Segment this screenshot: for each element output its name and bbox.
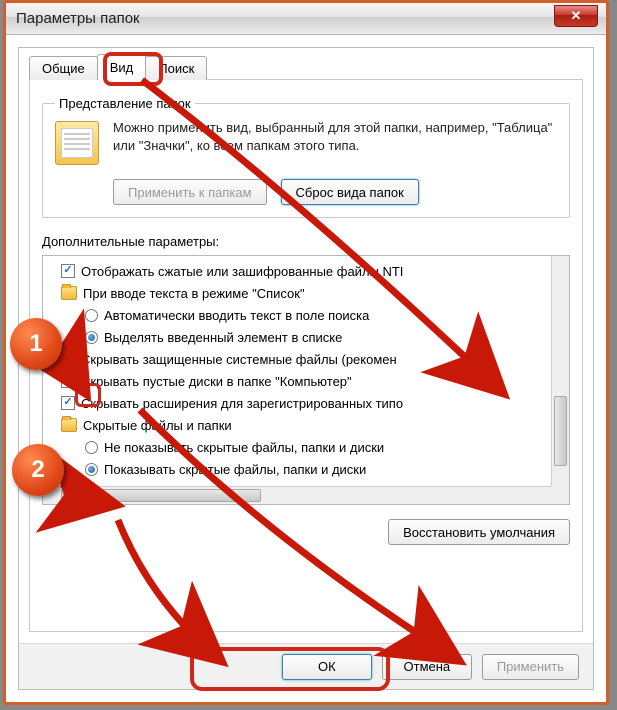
- option-label: Показывать скрытые файлы, папки и диски: [104, 462, 366, 477]
- folder-views-description: Можно применить вид, выбранный для этой …: [113, 119, 557, 155]
- close-button[interactable]: ✕: [554, 5, 598, 27]
- group-label: Скрытые файлы и папки: [83, 418, 232, 433]
- cancel-button[interactable]: Отмена: [382, 654, 472, 680]
- option-label: Отображать сжатые или зашифрованные файл…: [81, 264, 403, 279]
- tab-general[interactable]: Общие: [29, 56, 98, 80]
- checkbox-icon[interactable]: [61, 396, 75, 410]
- reset-folders-button[interactable]: Сброс вида папок: [281, 179, 419, 205]
- dialog-body: Общие Вид Поиск Представление папок Можн…: [18, 47, 594, 690]
- tab-strip: Общие Вид Поиск: [29, 56, 583, 80]
- option-show-hidden[interactable]: Показывать скрытые файлы, папки и диски: [49, 458, 545, 480]
- tab-view[interactable]: Вид: [97, 54, 147, 80]
- option-label: Скрывать защищенные системные файлы (рек…: [81, 352, 397, 367]
- folder-views-group: Представление папок Можно применить вид,…: [42, 96, 570, 218]
- apply-to-folders-button[interactable]: Применить к папкам: [113, 179, 267, 205]
- horizontal-scrollbar[interactable]: [43, 486, 551, 504]
- ok-button[interactable]: ОК: [282, 654, 372, 680]
- radio-icon[interactable]: [85, 331, 98, 344]
- tab-panel-view: Представление папок Можно применить вид,…: [29, 79, 583, 632]
- option-label: Выделять введенный элемент в списке: [104, 330, 342, 345]
- option-label: Не показывать скрытые файлы, папки и дис…: [104, 440, 384, 455]
- group-hidden-files: Скрытые файлы и папки: [49, 414, 545, 436]
- option-dont-show-hidden[interactable]: Не показывать скрытые файлы, папки и дис…: [49, 436, 545, 458]
- option-show-compressed[interactable]: Отображать сжатые или зашифрованные файл…: [49, 260, 545, 282]
- restore-defaults-button[interactable]: Восстановить умолчания: [388, 519, 570, 545]
- option-label: Автоматически вводить текст в поле поиск…: [104, 308, 369, 323]
- dialog-window: Параметры папок ✕ Общие Вид Поиск Предст…: [3, 0, 609, 705]
- scrollbar-thumb[interactable]: [554, 396, 567, 466]
- scrollbar-corner: [551, 486, 569, 504]
- checkbox-icon[interactable]: [61, 352, 75, 366]
- option-label: Скрывать пустые диски в папке "Компьютер…: [81, 374, 352, 389]
- apply-button[interactable]: Применить: [482, 654, 579, 680]
- tree-viewport: Отображать сжатые или зашифрованные файл…: [43, 256, 551, 486]
- titlebar: Параметры папок ✕: [6, 3, 606, 35]
- folder-views-legend: Представление папок: [55, 96, 195, 111]
- radio-icon[interactable]: [85, 441, 98, 454]
- option-hide-empty-drives[interactable]: Скрывать пустые диски в папке "Компьютер…: [49, 370, 545, 392]
- option-hide-protected[interactable]: Скрывать защищенные системные файлы (рек…: [49, 348, 545, 370]
- window-title: Параметры папок: [16, 10, 140, 27]
- group-label: При вводе текста в режиме "Список": [83, 286, 305, 301]
- option-typing-auto[interactable]: Автоматически вводить текст в поле поиск…: [49, 304, 545, 326]
- tab-search[interactable]: Поиск: [145, 56, 207, 80]
- folder-icon: [61, 286, 77, 300]
- folder-icon: [61, 418, 77, 432]
- group-typing-mode: При вводе текста в режиме "Список": [49, 282, 545, 304]
- option-label: Скрывать расширения для зарегистрированн…: [81, 396, 403, 411]
- folder-icon: [55, 121, 99, 165]
- scrollbar-thumb[interactable]: [61, 489, 261, 502]
- close-icon: ✕: [571, 8, 582, 24]
- option-typing-select[interactable]: Выделять введенный элемент в списке: [49, 326, 545, 348]
- radio-icon[interactable]: [85, 309, 98, 322]
- advanced-settings-tree: Отображать сжатые или зашифрованные файл…: [42, 255, 570, 505]
- option-hide-extensions[interactable]: Скрывать расширения для зарегистрированн…: [49, 392, 545, 414]
- vertical-scrollbar[interactable]: [551, 256, 569, 486]
- radio-icon[interactable]: [85, 463, 98, 476]
- checkbox-icon[interactable]: [61, 264, 75, 278]
- advanced-settings-label: Дополнительные параметры:: [42, 234, 570, 249]
- checkbox-icon[interactable]: [61, 374, 75, 388]
- dialog-buttons: ОК Отмена Применить: [19, 643, 593, 689]
